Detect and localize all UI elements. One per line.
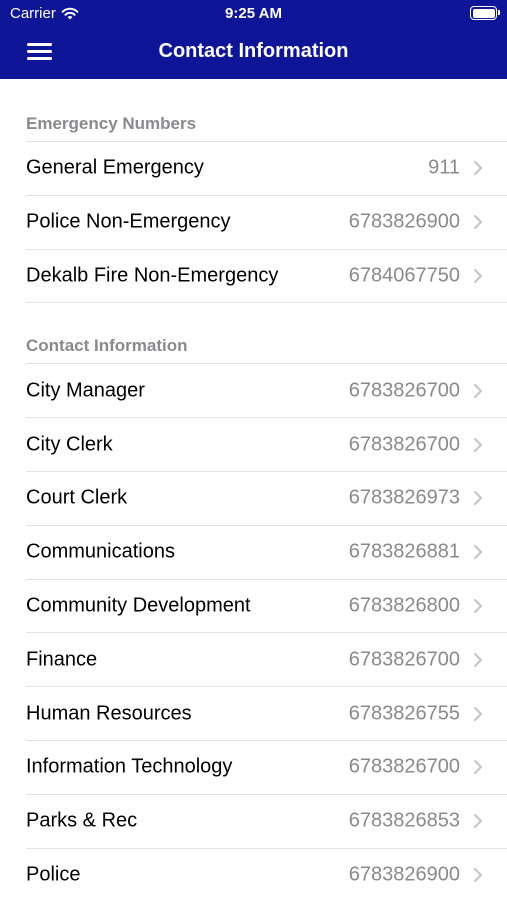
status-bar: Carrier 9:25 AM (0, 0, 507, 28)
row-label: City Manager (26, 379, 145, 402)
list-item[interactable]: Parks & Rec 6783826853 (26, 793, 507, 848)
row-phone-number: 6784067750 (348, 264, 460, 287)
emergency-numbers-section: General Emergency 911 Police Non-Emergen… (0, 141, 507, 304)
row-phone-number: 6783826853 (348, 809, 460, 832)
list-item[interactable]: Dekalb Fire Non-Emergency 6784067750 (26, 248, 507, 303)
chevron-right-icon (474, 545, 482, 560)
row-phone-number: 6783826700 (348, 648, 460, 671)
section-header-contact: Contact Information (0, 303, 507, 363)
row-label: General Emergency (26, 156, 204, 179)
chevron-right-icon (474, 268, 482, 283)
row-phone-number: 6783826973 (348, 486, 460, 509)
list-item[interactable]: Finance 6783826700 (26, 632, 507, 686)
row-label: Human Resources (26, 702, 192, 725)
row-label: Court Clerk (26, 486, 128, 509)
row-phone-number: 6783826700 (348, 379, 460, 402)
row-label: City Clerk (26, 433, 113, 456)
row-label: Dekalb Fire Non-Emergency (26, 264, 279, 287)
row-label: Information Technology (26, 755, 233, 778)
section-header-label: Emergency Numbers (26, 114, 197, 133)
chevron-right-icon (474, 814, 482, 829)
row-phone-number: 911 (428, 156, 460, 179)
list-item[interactable]: Police 6783826900 (26, 847, 507, 900)
row-label: Community Development (26, 594, 251, 617)
page-title: Contact Information (158, 40, 349, 62)
row-label: Police Non-Emergency (26, 210, 231, 233)
chevron-right-icon (474, 491, 482, 506)
chevron-right-icon (474, 598, 482, 613)
list-item[interactable]: City Clerk 6783826700 (26, 417, 507, 471)
chevron-right-icon (474, 161, 482, 176)
row-phone-number: 6783826800 (348, 594, 460, 617)
row-label: Finance (26, 648, 98, 671)
section-header-emergency: Emergency Numbers (0, 79, 507, 141)
list-item[interactable]: Court Clerk 6783826973 (26, 470, 507, 525)
chevron-right-icon (474, 437, 482, 452)
chevron-right-icon (474, 760, 482, 775)
list-item[interactable]: Community Development 6783826800 (26, 578, 507, 633)
battery-icon (470, 6, 500, 20)
list-item[interactable]: Police Non-Emergency 6783826900 (26, 194, 507, 249)
chevron-right-icon (474, 383, 482, 398)
row-phone-number: 6783826881 (348, 540, 460, 563)
row-label: Communications (26, 540, 175, 563)
chevron-right-icon (474, 215, 482, 230)
row-phone-number: 6783826755 (348, 702, 460, 725)
contact-list: Emergency Numbers General Emergency 911 … (0, 79, 507, 900)
list-item[interactable]: Communications 6783826881 (26, 524, 507, 579)
list-item[interactable]: Information Technology 6783826700 (26, 739, 507, 794)
row-phone-number: 6783826900 (348, 863, 460, 886)
row-phone-number: 6783826700 (348, 755, 460, 778)
chevron-right-icon (474, 867, 482, 882)
chevron-right-icon (474, 706, 482, 721)
row-phone-number: 6783826700 (348, 433, 460, 456)
list-item[interactable]: General Emergency 911 (26, 141, 507, 195)
contact-information-section: City Manager 6783826700 City Clerk 67838… (0, 363, 507, 900)
section-header-label: Contact Information (26, 336, 188, 356)
row-label: Parks & Rec (26, 809, 138, 832)
row-phone-number: 6783826900 (348, 210, 460, 233)
navigation-bar: Carrier 9:25 AM Contact Information (0, 0, 507, 79)
chevron-right-icon (474, 652, 482, 667)
list-item[interactable]: Human Resources 6783826755 (26, 686, 507, 740)
list-item[interactable]: City Manager 6783826700 (26, 363, 507, 417)
row-label: Police (26, 863, 81, 886)
status-time: 9:25 AM (225, 5, 282, 22)
